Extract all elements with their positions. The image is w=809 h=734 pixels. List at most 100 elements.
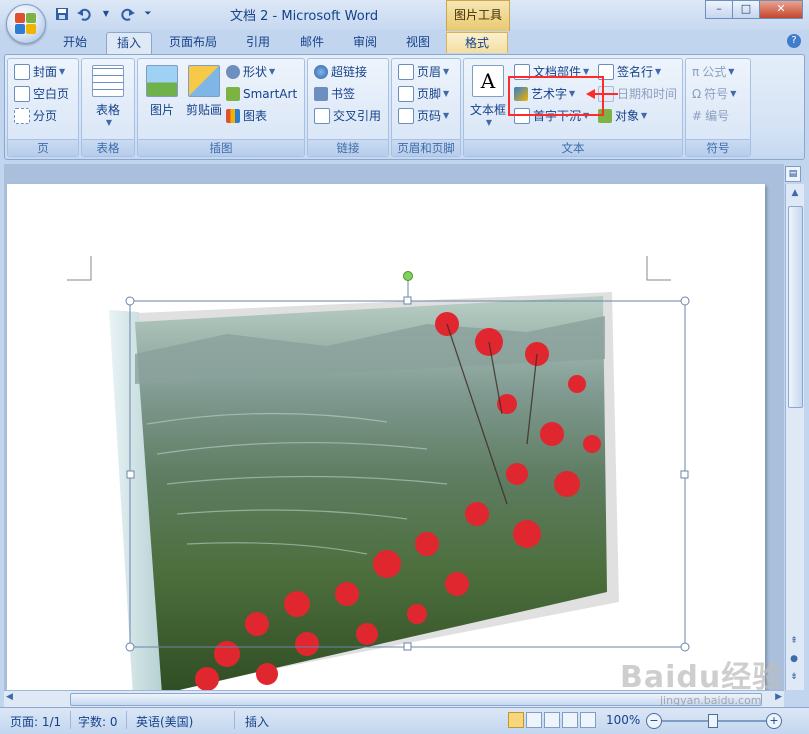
page-count[interactable]: 页面: 1/1 [10, 713, 61, 730]
header-button[interactable]: 页眉 ▼ [398, 62, 449, 82]
next-page-icon[interactable]: ⇟ [786, 669, 802, 685]
tab-home[interactable]: 开始 [52, 32, 98, 52]
chart-icon [226, 109, 240, 123]
web-layout-view-button[interactable] [544, 712, 560, 728]
tab-mailings[interactable]: 邮件 [290, 32, 334, 52]
tab-page-layout[interactable]: 页面布局 [160, 32, 226, 52]
group-pages: 封面 ▼ 空白页 分页 页 [7, 58, 79, 157]
customize-qat-icon[interactable]: ⏷ [142, 6, 154, 22]
equation-button[interactable]: π 公式 ▼ [692, 62, 734, 82]
zoom-slider-thumb[interactable] [708, 714, 718, 728]
office-button[interactable] [6, 4, 46, 44]
tab-view[interactable]: 视图 [396, 32, 440, 52]
document-page[interactable] [7, 184, 765, 690]
shapes-button[interactable]: 形状 ▼ [226, 62, 275, 82]
browse-object-icon[interactable]: ● [786, 651, 802, 667]
insert-mode-indicator[interactable]: 插入 [245, 713, 269, 730]
group-label-illustrations: 插图 [138, 139, 304, 156]
symbol-label: 符号 [704, 87, 729, 101]
picture-tools-header: 图片工具 [446, 0, 510, 31]
date-time-label: 日期和时间 [617, 87, 678, 101]
tab-references[interactable]: 引用 [236, 32, 280, 52]
zoom-out-icon[interactable]: − [646, 713, 662, 729]
footer-label: 页脚 [417, 87, 442, 101]
object-button[interactable]: 对象 ▼ [598, 106, 647, 126]
chevron-down-icon: ▼ [485, 118, 493, 127]
page-number-label: 页码 [417, 109, 442, 123]
group-label-pages: 页 [8, 139, 78, 156]
chevron-down-icon: ▼ [105, 118, 113, 127]
cover-page-button[interactable]: 封面 ▼ [14, 62, 65, 82]
textbox-icon: A [472, 65, 504, 97]
object-label: 对象 [615, 109, 640, 123]
cross-reference-button[interactable]: 交叉引用 [314, 106, 381, 126]
redo-icon[interactable] [120, 6, 136, 22]
page-number-icon [398, 108, 414, 124]
tab-insert[interactable]: 插入 [106, 32, 152, 56]
maximize-button[interactable]: □ [732, 0, 760, 19]
blank-page-button[interactable]: 空白页 [14, 84, 69, 104]
previous-page-icon[interactable]: ⇞ [786, 633, 802, 649]
chevron-down-icon: ▼ [269, 67, 276, 76]
symbol-button[interactable]: Ω 符号 ▼ [692, 84, 736, 104]
office-logo-icon [15, 13, 37, 35]
signature-line-button[interactable]: 签名行 ▼ [598, 62, 661, 82]
bookmark-icon [314, 87, 328, 101]
tab-review[interactable]: 审阅 [343, 32, 387, 52]
page-break-icon [14, 108, 30, 124]
print-layout-view-button[interactable] [508, 712, 524, 728]
bookmark-button[interactable]: 书签 [314, 84, 355, 104]
chevron-down-icon: ▼ [443, 89, 450, 98]
cover-page-icon [14, 64, 30, 80]
undo-icon[interactable] [76, 6, 92, 22]
word-count[interactable]: 字数: 0 [78, 713, 118, 730]
help-icon[interactable]: ? [787, 34, 801, 48]
numbering-button[interactable]: # 编号 [692, 106, 729, 126]
chart-label: 图表 [243, 109, 268, 123]
scroll-left-icon[interactable]: ◀ [6, 692, 13, 702]
hyperlink-button[interactable]: 超链接 [314, 62, 367, 82]
group-symbols: π 公式 ▼ Ω 符号 ▼ # 编号 符号 [685, 58, 751, 157]
zoom-level[interactable]: 100% [606, 713, 640, 727]
vertical-scrollbar[interactable]: ▲ ⇞ ● ⇟ [785, 184, 804, 690]
inserted-picture[interactable] [7, 184, 765, 690]
clipart-button[interactable]: 剪贴画 [182, 65, 226, 118]
chevron-down-icon: ▼ [59, 67, 66, 76]
shapes-label: 形状 [243, 65, 268, 79]
smartart-button[interactable]: SmartArt [226, 84, 297, 104]
table-label: 表格 [95, 103, 120, 117]
chart-button[interactable]: 图表 [226, 106, 267, 126]
picture-button[interactable]: 图片 [142, 65, 182, 118]
chevron-down-icon: ▼ [443, 111, 450, 120]
full-screen-reading-view-button[interactable] [526, 712, 542, 728]
draft-view-button[interactable] [580, 712, 596, 728]
page-break-button[interactable]: 分页 [14, 106, 57, 126]
omega-icon: Ω [692, 87, 702, 101]
numbering-label: 编号 [705, 109, 730, 123]
close-button[interactable]: ✕ [759, 0, 803, 19]
blank-page-label: 空白页 [33, 87, 70, 101]
vertical-scroll-thumb[interactable] [788, 206, 803, 408]
outline-view-button[interactable] [562, 712, 578, 728]
cross-reference-icon [314, 108, 330, 124]
language-indicator[interactable]: 英语(美国) [136, 713, 193, 730]
quick-access-toolbar: ▼ ⏷ [54, 6, 154, 22]
scroll-up-icon[interactable]: ▲ [787, 185, 803, 201]
minimize-button[interactable]: – [705, 0, 733, 19]
footer-button[interactable]: 页脚 ▼ [398, 84, 449, 104]
zoom-in-icon[interactable]: + [766, 713, 782, 729]
footer-icon [398, 86, 414, 102]
chevron-down-icon[interactable]: ▼ [98, 6, 114, 22]
ruler-toggle-icon[interactable]: ▤ [785, 166, 801, 182]
ribbon-tabs: 开始 插入 页面布局 引用 邮件 审阅 视图 格式 [0, 30, 809, 56]
baidu-watermark-url: jingyan.baidu.com [660, 694, 762, 707]
save-icon[interactable] [54, 6, 70, 22]
table-button[interactable]: 表格 ▼ [86, 65, 130, 127]
chevron-down-icon: ▼ [641, 111, 648, 120]
shapes-icon [226, 65, 240, 79]
textbox-button[interactable]: A 文本框 ▼ [466, 65, 510, 127]
group-header-footer: 页眉 ▼ 页脚 ▼ 页码 ▼ 页眉和页脚 [391, 58, 461, 157]
page-number-button[interactable]: 页码 ▼ [398, 106, 449, 126]
textbox-label: 文本框 [469, 103, 506, 117]
tab-format[interactable]: 格式 [446, 32, 508, 53]
